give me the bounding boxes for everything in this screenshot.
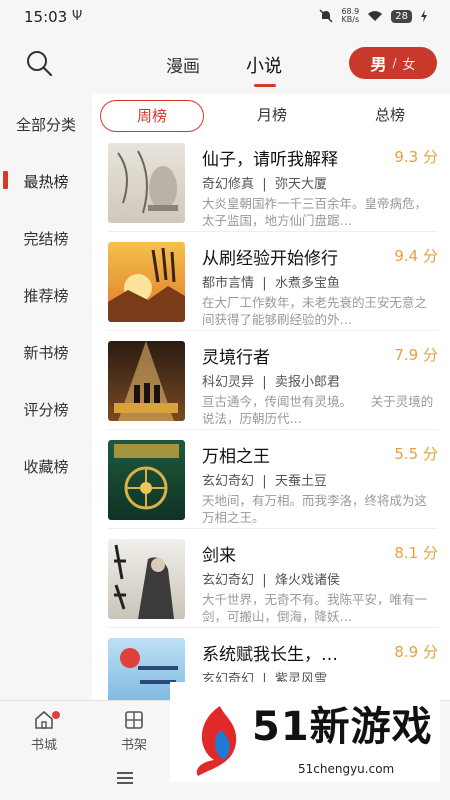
book-description: 亘古通今，传闻世有灵境。 关于灵境的说法，历朝历代… — [202, 394, 434, 426]
notification-dot — [52, 711, 60, 719]
sidebar-item-completed[interactable]: 完结榜 — [0, 228, 92, 249]
sidebar-item-new[interactable]: 新书榜 — [0, 342, 92, 363]
book-score: 7.9 分 — [394, 346, 438, 364]
watermark: 51新游戏 51chengyu.com — [170, 682, 440, 782]
watermark-logo-icon — [196, 706, 237, 776]
book-author: 天蚕土豆 — [274, 474, 327, 489]
book-title: 万相之王 — [202, 447, 270, 467]
tab-comic[interactable]: 漫画 — [166, 52, 200, 77]
book-meta: 科幻灵异 | 卖报小郎君 — [202, 375, 340, 390]
book-description: 大千世界，无奇不有。我陈平安，唯有一剑，可搬山，倒海，降妖… — [202, 592, 428, 624]
divider — [108, 627, 438, 628]
tab-monthly[interactable]: 月榜 — [254, 100, 290, 130]
book-genre: 都市言情 — [202, 276, 255, 291]
book-cover — [108, 341, 185, 421]
wifi-icon — [368, 11, 383, 21]
book-author: 弥天大厦 — [274, 177, 327, 192]
book-cover — [108, 242, 185, 322]
book-description: 大炎皇朝国祚一千三百余年。皇帝病危，太子监国，地方仙门盘踞… — [202, 196, 428, 228]
book-meta: 奇幻修真 | 弥天大厦 — [202, 177, 327, 192]
book-item[interactable]: 万相之王 5.5 分 玄幻奇幻 | 天蚕土豆 天地间，有万相。而我李洛，终将成为… — [108, 440, 438, 536]
book-meta: 玄幻奇幻 | 天蚕土豆 — [202, 474, 327, 489]
gender-separator: / — [392, 56, 397, 70]
book-cover-art — [114, 444, 179, 510]
book-score: 9.4 分 — [394, 247, 438, 265]
nav-bookstore-label: 书城 — [30, 738, 57, 753]
book-genre: 玄幻奇幻 — [202, 573, 255, 588]
status-icons: 68.9 KB/s 28 — [319, 8, 428, 24]
book-cover-art — [117, 150, 178, 214]
book-cover — [108, 440, 185, 520]
watermark-url: 51chengyu.com — [298, 762, 395, 776]
top-header: 漫画 小说 男 / 女 — [0, 34, 450, 94]
status-bar: 15:03 Ψ 68.9 KB/s 28 — [0, 0, 450, 34]
book-cover — [108, 143, 185, 223]
charging-icon — [421, 10, 427, 22]
sidebar-item-rating[interactable]: 评分榜 — [0, 399, 92, 420]
divider — [108, 330, 438, 331]
category-sidebar: 全部分类 最热榜 完结榜 推荐榜 新书榜 评分榜 收藏榜 — [0, 94, 92, 700]
book-description: 在大厂工作数年，未老先衰的王安无意之间获得了能够刷经验的外… — [202, 295, 428, 327]
divider — [108, 231, 438, 232]
bookshelf-icon — [125, 711, 143, 729]
nav-bookstore[interactable]: 书城 — [14, 709, 74, 753]
tab-weekly[interactable]: 周榜 — [100, 100, 204, 132]
nav-bookshelf-label: 书架 — [120, 738, 147, 753]
book-title: 系统赋我长生，… — [202, 645, 338, 665]
gender-toggle-button[interactable]: 男 / 女 — [349, 47, 437, 79]
tab-overall[interactable]: 总榜 — [372, 100, 408, 130]
book-description: 天地间，有万相。而我李洛，终将成为这万相之王。 — [202, 493, 428, 525]
book-meta: 玄幻奇幻 | 烽火戏诸侯 — [202, 573, 340, 588]
divider — [108, 429, 438, 430]
gender-male-label: 男 — [370, 55, 387, 74]
book-item[interactable]: 灵境行者 7.9 分 科幻灵异 | 卖报小郎君 亘古通今，传闻世有灵境。 关于灵… — [108, 341, 438, 437]
book-title: 灵境行者 — [202, 348, 270, 368]
book-cover — [108, 539, 185, 619]
sidebar-item-favorites[interactable]: 收藏榜 — [0, 456, 92, 477]
net-speed-unit: KB/s — [341, 15, 360, 24]
book-score: 5.5 分 — [394, 445, 438, 463]
book-item[interactable]: 仙子，请听我解释 9.3 分 奇幻修真 | 弥天大厦 大炎皇朝国祚一千三百余年。… — [108, 143, 438, 239]
book-meta: 都市言情 | 水煮多宝鱼 — [202, 276, 340, 291]
sidebar-item-recommended[interactable]: 推荐榜 — [0, 285, 92, 306]
watermark-brand: 51新游戏 — [252, 704, 433, 750]
book-title: 从刷经验开始修行 — [202, 249, 338, 269]
nav-bookshelf[interactable]: 书架 — [104, 709, 164, 753]
book-genre: 科幻灵异 — [202, 375, 255, 390]
book-score: 9.3 分 — [394, 148, 438, 166]
divider — [108, 528, 438, 529]
sidebar-item-all[interactable]: 全部分类 — [0, 114, 92, 135]
book-cover-art — [114, 341, 178, 421]
search-icon[interactable] — [24, 48, 54, 78]
book-genre: 玄幻奇幻 — [202, 474, 255, 489]
book-title: 剑来 — [202, 546, 236, 566]
book-author: 烽火戏诸侯 — [274, 573, 340, 588]
tab-active-indicator — [254, 84, 276, 87]
book-item[interactable]: 剑来 8.1 分 玄幻奇幻 | 烽火戏诸侯 大千世界，无奇不有。我陈平安，唯有一… — [108, 539, 438, 635]
status-time: 15:03 — [24, 8, 68, 26]
usb-icon: Ψ — [72, 9, 83, 24]
book-cover-art — [108, 247, 185, 322]
battery-icon: 28 — [391, 9, 412, 23]
menu-icon[interactable] — [115, 770, 135, 786]
sidebar-item-hot[interactable]: 最热榜 — [0, 171, 92, 192]
book-title: 仙子，请听我解释 — [202, 150, 338, 170]
book-author: 水煮多宝鱼 — [274, 276, 340, 291]
tab-novel[interactable]: 小说 — [246, 52, 282, 78]
book-author: 卖报小郎君 — [274, 375, 340, 390]
gender-female-label: 女 — [402, 57, 416, 73]
net-speed: 68.9 KB/s — [341, 8, 359, 24]
book-cover-art — [114, 544, 174, 619]
book-item[interactable]: 从刷经验开始修行 9.4 分 都市言情 | 水煮多宝鱼 在大厂工作数年，未老先衰… — [108, 242, 438, 338]
book-score: 8.9 分 — [394, 643, 438, 661]
mute-icon — [319, 9, 333, 23]
book-score: 8.1 分 — [394, 544, 438, 562]
book-genre: 奇幻修真 — [202, 177, 255, 192]
